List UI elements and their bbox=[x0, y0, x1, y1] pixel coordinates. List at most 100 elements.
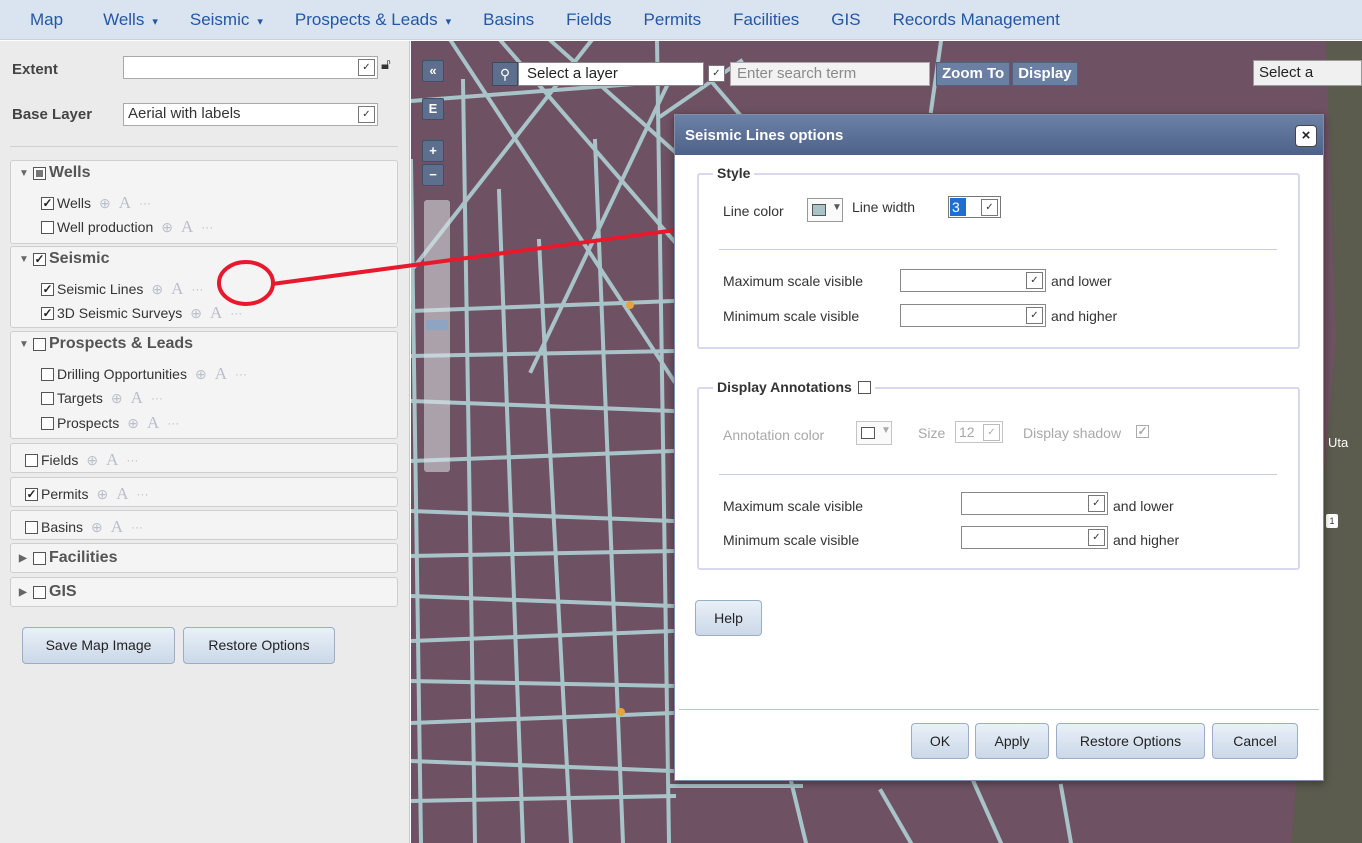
zoom-icon[interactable]: ⊕ bbox=[91, 519, 103, 536]
unlock-icon[interactable]: 🔓︎ bbox=[381, 56, 391, 73]
annotation-icon[interactable]: A bbox=[215, 364, 227, 384]
layer-checkbox-3d-seismic-surveys[interactable]: ✓ bbox=[41, 306, 54, 320]
zoom-icon[interactable]: ⊕ bbox=[111, 390, 123, 407]
max-scale-select[interactable]: ✓ bbox=[900, 269, 1046, 292]
group-checkbox-prospects-leads[interactable] bbox=[33, 337, 46, 351]
collapsed-triangle-icon[interactable]: ▶ bbox=[19, 587, 29, 598]
more-options-icon[interactable]: ··· bbox=[139, 196, 151, 210]
annotation-icon[interactable]: A bbox=[181, 217, 193, 237]
nav-records-management[interactable]: Records Management bbox=[877, 10, 1076, 30]
group-checkbox-facilities[interactable] bbox=[33, 551, 46, 565]
layer-checkbox-basins[interactable] bbox=[25, 520, 38, 534]
line-width-select[interactable]: 3 ✓ bbox=[948, 196, 1001, 218]
cancel-button[interactable]: Cancel bbox=[1212, 723, 1298, 759]
display-button[interactable]: Display bbox=[1012, 62, 1078, 86]
more-options-icon[interactable]: ··· bbox=[191, 282, 203, 296]
annotation-icon[interactable]: A bbox=[147, 413, 159, 433]
annotation-max-scale-select[interactable]: ✓ bbox=[961, 492, 1108, 515]
zoom-icon[interactable]: ⊕ bbox=[190, 305, 202, 322]
min-scale-select[interactable]: ✓ bbox=[900, 304, 1046, 327]
well-marker[interactable] bbox=[617, 708, 625, 716]
right-layer-select[interactable]: Select a bbox=[1253, 60, 1362, 86]
zoom-out-button[interactable]: − bbox=[422, 164, 444, 186]
close-icon[interactable]: × bbox=[1295, 125, 1317, 147]
layer-checkbox-targets[interactable] bbox=[41, 391, 54, 405]
group-checkbox-wells[interactable] bbox=[33, 166, 46, 180]
layer-checkbox-fields[interactable] bbox=[25, 453, 38, 467]
extent-button[interactable]: E bbox=[422, 98, 444, 120]
restore-options-button[interactable]: Restore Options bbox=[183, 627, 335, 664]
group-header-gis[interactable]: ▶ GIS bbox=[19, 583, 77, 601]
nav-facilities[interactable]: Facilities bbox=[717, 10, 815, 30]
group-checkbox-seismic[interactable]: ✓ bbox=[33, 252, 46, 266]
group-header-prospects-leads[interactable]: ▼ Prospects & Leads bbox=[19, 335, 193, 353]
zoom-slider-handle[interactable] bbox=[426, 320, 448, 330]
display-annotations-checkbox[interactable] bbox=[857, 380, 871, 394]
restore-options-button[interactable]: Restore Options bbox=[1056, 723, 1205, 759]
more-options-icon[interactable]: ··· bbox=[230, 306, 242, 320]
zoom-icon[interactable]: ⊕ bbox=[96, 486, 108, 503]
expanded-triangle-icon[interactable]: ▼ bbox=[19, 339, 29, 350]
layer-checkbox-permits[interactable]: ✓ bbox=[25, 487, 38, 501]
layer-checkbox-well-production[interactable] bbox=[41, 220, 54, 234]
more-options-icon[interactable]: ··· bbox=[235, 367, 247, 381]
nav-wells[interactable]: Wells ▾ bbox=[87, 10, 174, 30]
nav-gis[interactable]: GIS bbox=[815, 10, 876, 30]
search-icon[interactable]: ⚲ bbox=[492, 62, 518, 86]
group-checkbox-gis[interactable] bbox=[33, 585, 46, 599]
more-options-icon[interactable]: ··· bbox=[151, 391, 163, 405]
extent-select[interactable]: ✓ bbox=[123, 56, 378, 79]
annotation-icon[interactable]: A bbox=[210, 303, 222, 323]
zoom-icon[interactable]: ⊕ bbox=[195, 366, 207, 383]
zoom-to-button[interactable]: Zoom To bbox=[936, 62, 1011, 86]
layer-checkbox-drilling-opportunities[interactable] bbox=[41, 367, 54, 381]
annotation-icon[interactable]: A bbox=[131, 388, 143, 408]
more-options-icon[interactable]: ··· bbox=[126, 453, 138, 467]
layer-checkbox-wells[interactable]: ✓ bbox=[41, 196, 54, 210]
more-options-icon[interactable]: ··· bbox=[167, 416, 179, 430]
annotation-min-scale-select[interactable]: ✓ bbox=[961, 526, 1108, 549]
layer-checkbox-seismic-lines[interactable]: ✓ bbox=[41, 282, 54, 296]
nav-map[interactable]: Map bbox=[0, 10, 87, 30]
more-options-icon[interactable]: ··· bbox=[201, 220, 213, 234]
layer-checkbox-prospects[interactable] bbox=[41, 416, 54, 430]
group-header-wells[interactable]: ▼ Wells bbox=[19, 164, 91, 182]
zoom-icon[interactable]: ⊕ bbox=[161, 219, 173, 236]
save-map-image-button[interactable]: Save Map Image bbox=[22, 627, 175, 664]
nav-fields[interactable]: Fields bbox=[550, 10, 627, 30]
annotation-icon[interactable]: A bbox=[106, 450, 118, 470]
expanded-triangle-icon[interactable]: ▼ bbox=[19, 254, 29, 265]
more-options-icon[interactable]: ··· bbox=[136, 487, 148, 501]
group-header-facilities[interactable]: ▶ Facilities bbox=[19, 549, 117, 567]
zoom-icon[interactable]: ⊕ bbox=[127, 415, 139, 432]
ok-button[interactable]: OK bbox=[911, 723, 969, 759]
group-header-seismic[interactable]: ▼ ✓ Seismic bbox=[19, 250, 109, 268]
annotation-icon[interactable]: A bbox=[111, 517, 123, 537]
annotation-icon[interactable]: A bbox=[119, 193, 131, 213]
help-button[interactable]: Help bbox=[695, 600, 762, 636]
nav-prospects-leads[interactable]: Prospects & Leads ▾ bbox=[279, 10, 467, 30]
zoom-in-button[interactable]: + bbox=[422, 140, 444, 162]
zoom-icon[interactable]: ⊕ bbox=[86, 452, 98, 469]
apply-button[interactable]: Apply bbox=[975, 723, 1049, 759]
display-shadow-checkbox[interactable]: ✓ bbox=[1136, 425, 1149, 438]
size-select[interactable]: 12 ✓ bbox=[955, 421, 1003, 443]
annotation-color-picker[interactable]: ▼ bbox=[856, 421, 892, 445]
nav-seismic[interactable]: Seismic ▾ bbox=[174, 10, 279, 30]
annotation-icon[interactable]: A bbox=[116, 484, 128, 504]
base-layer-select[interactable]: Aerial with labels ✓ bbox=[123, 103, 378, 126]
zoom-slider[interactable] bbox=[424, 200, 450, 472]
zoom-icon[interactable]: ⊕ bbox=[99, 195, 111, 212]
well-marker[interactable] bbox=[626, 301, 634, 309]
expanded-triangle-icon[interactable]: ▼ bbox=[19, 168, 29, 179]
collapsed-triangle-icon[interactable]: ▶ bbox=[19, 553, 29, 564]
collapse-panel-button[interactable]: « bbox=[422, 60, 444, 82]
annotation-icon[interactable]: A bbox=[171, 279, 183, 299]
more-options-icon[interactable]: ··· bbox=[131, 520, 143, 534]
nav-basins[interactable]: Basins bbox=[467, 10, 550, 30]
search-input[interactable]: Enter search term bbox=[730, 62, 930, 86]
line-color-picker[interactable]: ▼ bbox=[807, 198, 843, 222]
layer-select[interactable]: Select a layer ✓ bbox=[518, 62, 725, 86]
nav-permits[interactable]: Permits bbox=[628, 10, 718, 30]
zoom-icon[interactable]: ⊕ bbox=[151, 281, 163, 298]
